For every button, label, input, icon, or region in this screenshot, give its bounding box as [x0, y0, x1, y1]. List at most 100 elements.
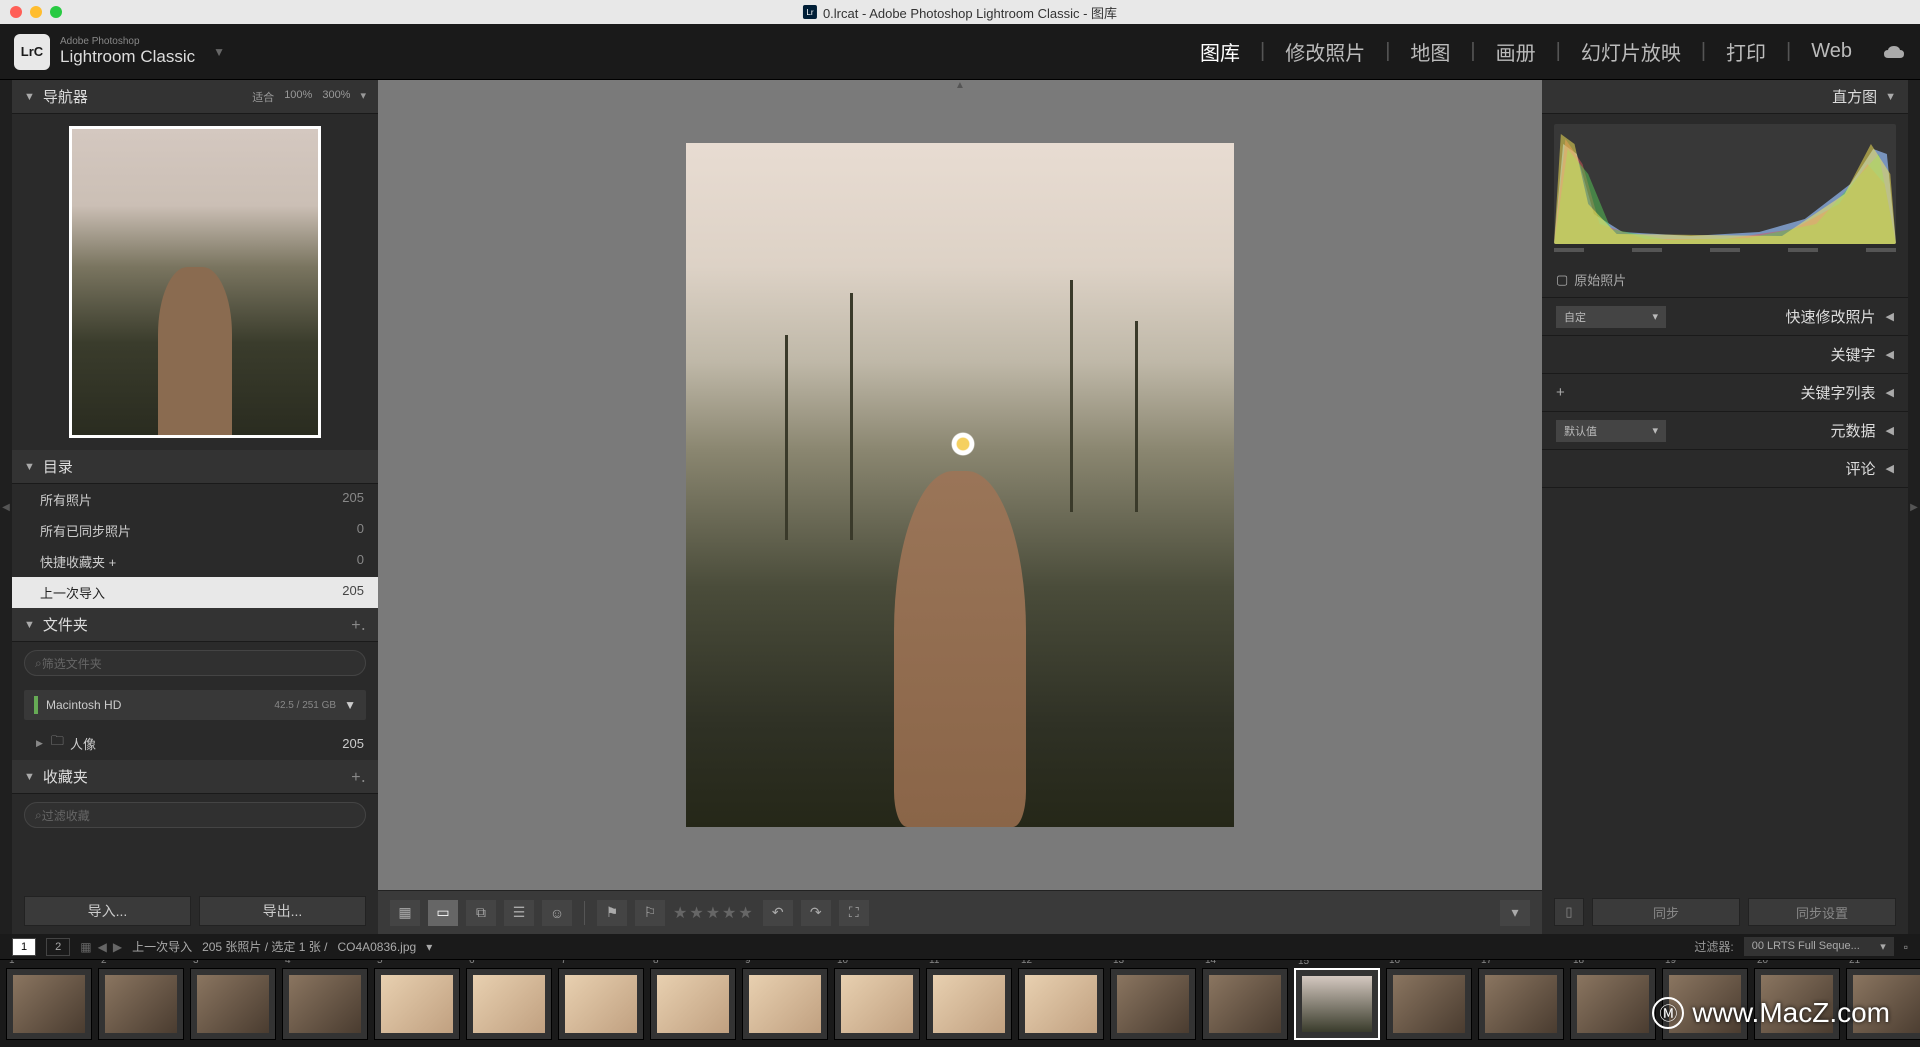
flag-pick-button[interactable]: ⚑ [597, 900, 627, 926]
module-print[interactable]: 打印 [1726, 37, 1766, 66]
search-icon: ⌕ [35, 808, 42, 823]
navigator-preview[interactable] [12, 114, 378, 450]
module-web[interactable]: Web [1811, 40, 1852, 63]
left-edge-collapse[interactable]: ◀ [0, 80, 12, 934]
histogram-chart[interactable] [1554, 124, 1896, 244]
catalog-item[interactable]: 所有已同步照片0 [12, 515, 378, 546]
catalog-item[interactable]: 快捷收藏夹 +0 [12, 546, 378, 577]
left-panel: ◀ ▼ 导航器 适合 100% 300% ▾ ▼ 目录 所有照片205所有已同步… [0, 80, 378, 934]
collection-search-input[interactable]: ⌕ 过滤收藏 [24, 802, 366, 828]
loupe-view[interactable]: ▲ [378, 80, 1542, 890]
filmstrip-thumbnail[interactable]: 10 [834, 968, 920, 1040]
filmstrip-thumbnail[interactable]: 16 [1386, 968, 1472, 1040]
filmstrip-thumbnail[interactable]: 18 [1570, 968, 1656, 1040]
monitor-1-button[interactable]: 1 [12, 938, 36, 956]
nav-forward-icon[interactable]: ▶ [113, 940, 122, 954]
add-folder-button[interactable]: +․ [351, 615, 366, 635]
filmstrip-thumbnail[interactable]: 14 [1202, 968, 1288, 1040]
module-library[interactable]: 图库 [1200, 37, 1240, 66]
filmstrip-thumbnail[interactable]: 9 [742, 968, 828, 1040]
collections-header[interactable]: ▼ 收藏夹 +․ [12, 760, 378, 794]
keywords-title: 关键字 [1831, 344, 1876, 365]
catalog-item[interactable]: 上一次导入205 [12, 577, 378, 608]
monitor-2-button[interactable]: 2 [46, 938, 70, 956]
module-map[interactable]: 地图 [1410, 37, 1450, 66]
quickdev-preset-dropdown[interactable]: 自定▾ [1556, 306, 1666, 328]
identity-plate[interactable]: LrC Adobe Photoshop Lightroom Classic ▼ [14, 34, 225, 70]
add-collection-button[interactable]: +․ [351, 767, 366, 787]
toolbar-menu-button[interactable]: ▾ [1500, 900, 1530, 926]
filter-label: 过滤器: [1694, 938, 1733, 955]
sync-button[interactable]: 同步 [1592, 898, 1740, 926]
filmstrip-thumbnail[interactable]: 5 [374, 968, 460, 1040]
catalog-header[interactable]: ▼ 目录 [12, 450, 378, 484]
filter-preset-dropdown[interactable]: 00 LRTS Full Seque...▾ [1744, 937, 1894, 956]
original-photo-row[interactable]: ▢ 原始照片 [1542, 262, 1908, 298]
volume-row[interactable]: Macintosh HD 42.5 / 251 GB ▼ [24, 690, 366, 720]
crop-button[interactable]: ⛶ [839, 900, 869, 926]
filmstrip-thumbnail[interactable]: 2 [98, 968, 184, 1040]
catalog-item[interactable]: 所有照片205 [12, 484, 378, 515]
filmstrip-thumbnail[interactable]: 1 [6, 968, 92, 1040]
source-breadcrumb[interactable]: 上一次导入 [132, 938, 192, 955]
filter-lock-icon[interactable]: ▫ [1904, 940, 1908, 954]
top-panel-collapse-icon[interactable]: ▲ [955, 80, 965, 91]
minimize-window-button[interactable] [30, 6, 42, 18]
cloud-sync-icon[interactable] [1882, 44, 1906, 60]
grid-view-button[interactable]: ▦ [390, 900, 420, 926]
metadata-header[interactable]: 默认值▾ 元数据 ◀ [1542, 412, 1908, 450]
zoom-fit[interactable]: 适合 [252, 89, 274, 105]
filmstrip-thumbnail[interactable]: 4 [282, 968, 368, 1040]
filmstrip-thumbnail[interactable]: 8 [650, 968, 736, 1040]
right-edge-collapse[interactable]: ▶ [1908, 80, 1920, 934]
module-book[interactable]: 画册 [1496, 37, 1536, 66]
quick-develop-header[interactable]: 自定▾ 快速修改照片 ◀ [1542, 298, 1908, 336]
folder-search-input[interactable]: ⌕ 筛选文件夹 [24, 650, 366, 676]
histogram-header[interactable]: 直方图 ▼ [1542, 80, 1908, 114]
add-keyword-button[interactable]: + [1556, 384, 1565, 401]
compare-view-button[interactable]: ⧉ [466, 900, 496, 926]
keywords-header[interactable]: 关键字 ◀ [1542, 336, 1908, 374]
rotate-left-button[interactable]: ↶ [763, 900, 793, 926]
navigator-header[interactable]: ▼ 导航器 适合 100% 300% ▾ [12, 80, 378, 114]
filmstrip-thumbnail[interactable]: 7 [558, 968, 644, 1040]
import-button[interactable]: 导入... [24, 896, 191, 926]
export-button[interactable]: 导出... [199, 896, 366, 926]
catalog-list: 所有照片205所有已同步照片0快捷收藏夹 +0上一次导入205 [12, 484, 378, 608]
survey-view-button[interactable]: ☰ [504, 900, 534, 926]
keyword-list-header[interactable]: + 关键字列表 ◀ [1542, 374, 1908, 412]
filename-dropdown-icon[interactable]: ▾ [426, 940, 432, 954]
nav-back-icon[interactable]: ◀ [98, 940, 107, 954]
filmstrip-thumbnail[interactable]: 6 [466, 968, 552, 1040]
original-label: 原始照片 [1574, 270, 1626, 289]
rotate-right-button[interactable]: ↷ [801, 900, 831, 926]
histogram-title: 直方图 [1832, 86, 1877, 107]
filmstrip-thumbnail[interactable]: 15 [1294, 968, 1380, 1040]
window-title-text: 0.lrcat - Adobe Photoshop Lightroom Clas… [823, 3, 1117, 22]
zoom-100[interactable]: 100% [284, 89, 312, 105]
sync-toggle-button[interactable]: ▯ [1554, 898, 1584, 926]
filmstrip[interactable]: 123456789101112131415161718192021 [0, 960, 1920, 1047]
filmstrip-thumbnail[interactable]: 11 [926, 968, 1012, 1040]
metadata-preset-dropdown[interactable]: 默认值▾ [1556, 420, 1666, 442]
maximize-window-button[interactable] [50, 6, 62, 18]
filmstrip-thumbnail[interactable]: 12 [1018, 968, 1104, 1040]
grid-small-icon[interactable]: ▦ [80, 940, 91, 954]
module-develop[interactable]: 修改照片 [1285, 37, 1365, 66]
comments-title: 评论 [1846, 458, 1876, 479]
module-slideshow[interactable]: 幻灯片放映 [1581, 37, 1681, 66]
zoom-300[interactable]: 300% [322, 89, 350, 105]
filmstrip-thumbnail[interactable]: 17 [1478, 968, 1564, 1040]
people-view-button[interactable]: ☺ [542, 900, 572, 926]
filmstrip-thumbnail[interactable]: 3 [190, 968, 276, 1040]
rating-stars[interactable]: ★★★★★ [673, 903, 755, 923]
filmstrip-thumbnail[interactable]: 13 [1110, 968, 1196, 1040]
sync-settings-button[interactable]: 同步设置 [1748, 898, 1896, 926]
folder-item[interactable]: ▶ 🗀 人像 205 [12, 726, 378, 760]
zoom-dropdown-caret-icon[interactable]: ▾ [360, 89, 366, 105]
comments-header[interactable]: 评论 ◀ [1542, 450, 1908, 488]
close-window-button[interactable] [10, 6, 22, 18]
loupe-view-button[interactable]: ▭ [428, 900, 458, 926]
folders-header[interactable]: ▼ 文件夹 +․ [12, 608, 378, 642]
flag-reject-button[interactable]: ⚐ [635, 900, 665, 926]
